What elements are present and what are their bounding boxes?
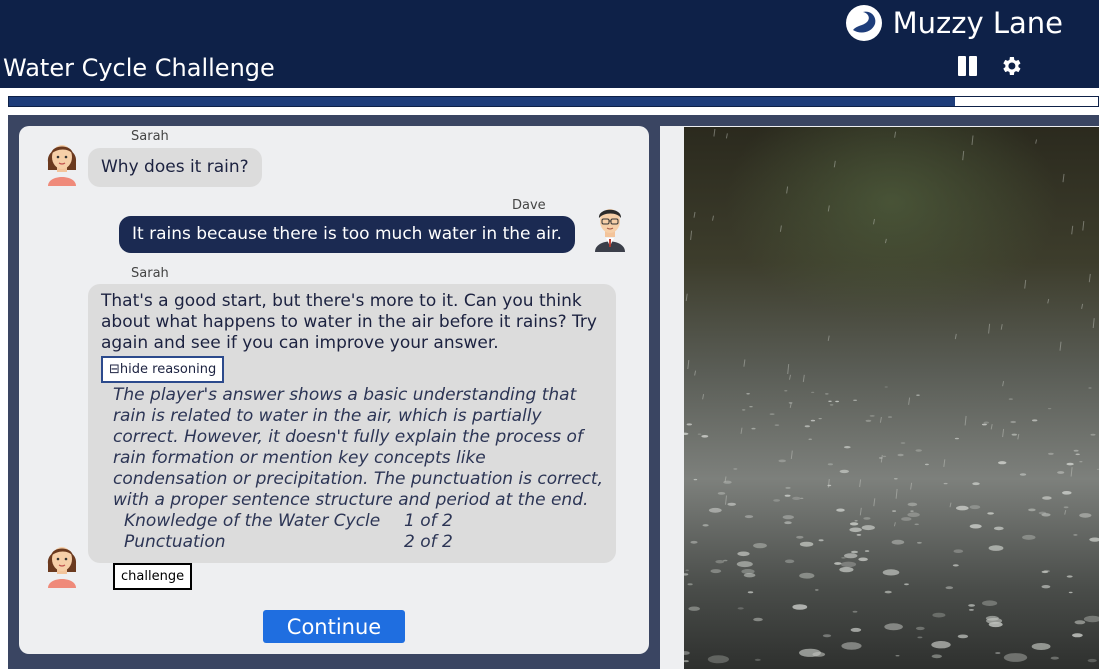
message-bubble: Why does it rain?	[88, 148, 262, 187]
rubric-score: 2 of 2	[404, 532, 453, 552]
brand-name: Muzzy Lane	[892, 6, 1063, 40]
progress-fill	[9, 97, 956, 106]
rain-photo	[684, 127, 1099, 669]
message-bubble: It rains because there is too much water…	[119, 216, 575, 253]
message-bubble: That's a good start, but there's more to…	[88, 284, 616, 590]
progress-bar	[8, 96, 1099, 107]
dave-avatar	[595, 209, 625, 252]
gear-icon[interactable]	[999, 54, 1023, 78]
rubric-row: Knowledge of the Water Cycle 1 of 2	[124, 511, 603, 532]
rubric-criterion: Punctuation	[124, 532, 226, 552]
pause-icon	[958, 56, 966, 76]
hide-reasoning-label: hide reasoning	[119, 362, 217, 377]
reasoning-text: The player's answer shows a basic unders…	[113, 385, 603, 510]
speaker-name: Sarah	[131, 129, 169, 144]
message-text: That's a good start, but there's more to…	[101, 291, 597, 353]
rubric-criterion: Knowledge of the Water Cycle	[124, 511, 381, 531]
muzzy-lane-logo-icon	[845, 5, 882, 41]
page-title: Water Cycle Challenge	[3, 54, 275, 82]
title-bar: Water Cycle Challenge	[0, 50, 1099, 88]
stage: Sarah Why does it rain? Dave It rains be…	[8, 115, 1099, 669]
message-text: Why does it rain?	[101, 157, 249, 177]
top-bar: Muzzy Lane	[0, 0, 1099, 50]
sarah-avatar	[47, 145, 77, 186]
challenge-button[interactable]: challenge	[113, 563, 193, 590]
chat-panel: Sarah Why does it rain? Dave It rains be…	[19, 126, 649, 654]
rubric-score: 1 of 2	[404, 511, 453, 531]
message-text: It rains because there is too much water…	[132, 224, 562, 244]
rubric-row: Punctuation 2 of 2	[124, 532, 603, 553]
collapse-icon: ⊟	[109, 362, 120, 377]
speaker-name: Sarah	[131, 266, 169, 281]
sarah-avatar	[47, 547, 77, 588]
pause-button[interactable]	[957, 54, 979, 78]
brand: Muzzy Lane	[845, 4, 1063, 42]
continue-button[interactable]: Continue	[263, 610, 405, 643]
speaker-name: Dave	[512, 198, 546, 213]
hide-reasoning-button[interactable]: ⊟hide reasoning	[101, 356, 225, 383]
